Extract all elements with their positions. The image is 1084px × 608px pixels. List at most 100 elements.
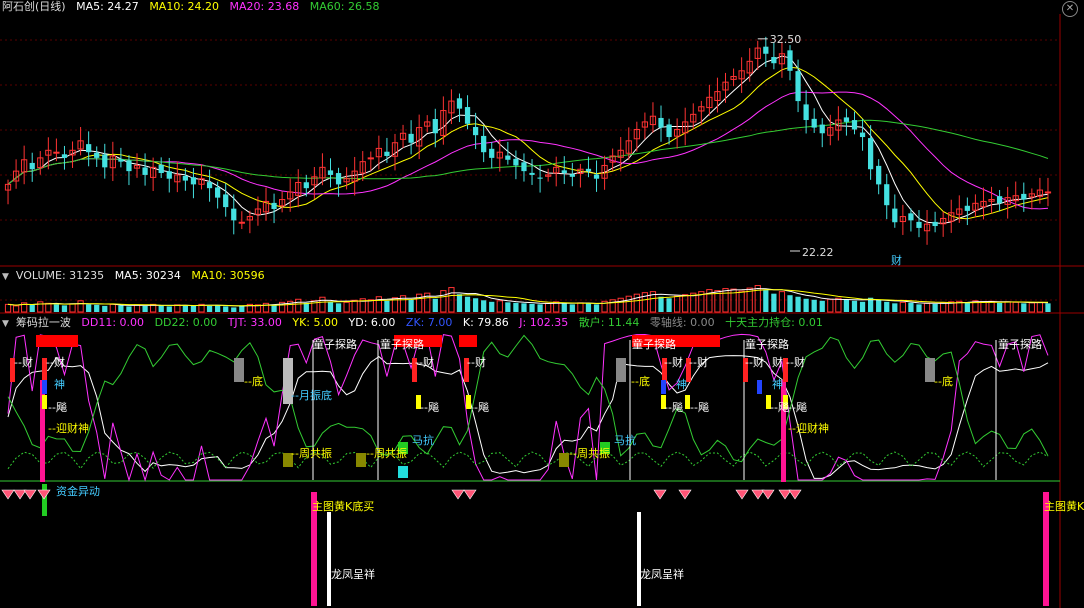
indicator-annotation: 马抗: [412, 433, 434, 447]
candle-body: [884, 184, 890, 206]
candle-body: [916, 221, 922, 228]
candle-body: [811, 118, 817, 128]
volume-bar: [29, 304, 35, 312]
indicator-annotation: 童子探路: [998, 337, 1042, 351]
volume-bar: [464, 296, 471, 312]
volume-bar: [496, 300, 503, 313]
candle-body: [569, 174, 575, 177]
volume-bars: [4, 285, 1051, 313]
candle-body: [529, 172, 535, 175]
volume-bar: [884, 301, 890, 312]
indicator-annotation: 资金异动: [56, 484, 100, 498]
candle-body: [367, 157, 374, 160]
volume-bar: [319, 296, 326, 313]
volume-bar: [916, 304, 922, 312]
candle-body: [771, 57, 777, 64]
volume-bar: [892, 303, 898, 312]
volume-bar: [53, 304, 60, 312]
volume-bar: [980, 301, 987, 313]
volume-bar: [432, 298, 438, 312]
moving-average-lines: [7, 55, 1049, 224]
di-marker: [616, 358, 626, 382]
candle-body: [86, 144, 92, 153]
diamond-icon: [778, 489, 792, 500]
volume-bar: [569, 304, 575, 312]
candle-body: [537, 177, 543, 179]
volume-bar: [271, 304, 277, 312]
indicator-annotation: --飚: [420, 400, 439, 414]
weekly-resonance-marker: [559, 453, 569, 467]
volume-bar: [1028, 302, 1035, 313]
diamond-icon: [23, 489, 37, 500]
volume-bar: [440, 290, 447, 313]
volume-bar: [61, 305, 68, 312]
indicator-annotation: --财: [14, 355, 33, 369]
indicator-annotation: --周共振: [366, 446, 407, 460]
main-holding-label: 十天主力持仓: 0.01: [725, 316, 823, 329]
diamond-icon: [788, 489, 802, 500]
collapse-triangle-icon[interactable]: ▼: [2, 270, 9, 284]
volume-bar: [102, 305, 108, 312]
shen-marker: [757, 380, 762, 394]
candle-body: [215, 187, 221, 198]
close-circle-icon[interactable]: ✕: [1062, 1, 1078, 17]
volume-bar: [190, 305, 197, 312]
indicator-annotation: --周共振: [569, 446, 610, 460]
candle-body: [859, 132, 866, 138]
candle-body: [561, 170, 567, 174]
volume-bar: [1021, 303, 1027, 312]
volume-bar: [1045, 303, 1051, 312]
candle-body: [851, 120, 858, 130]
volume-bar: [593, 304, 600, 312]
volume-bar: [827, 298, 834, 313]
candle-body: [432, 119, 438, 134]
volume-bar: [126, 306, 132, 312]
indicator-annotation: --飚: [48, 400, 67, 414]
candle-body: [182, 175, 189, 181]
candle-body: [61, 154, 68, 158]
volume-bar: [489, 301, 495, 312]
indicator-annotation: --周共振: [291, 446, 332, 460]
volume-bar: [367, 299, 374, 313]
dd11-label: DD11: 0.00: [81, 316, 145, 329]
yd-label: YD: 6.00: [348, 316, 396, 329]
indicator-annotation: --底: [631, 374, 650, 388]
volume-bar: [94, 304, 100, 312]
volume-bar: [215, 304, 221, 312]
volume-bar: [343, 301, 350, 313]
diamond-icon: [678, 489, 692, 500]
ma10-line: [7, 66, 1049, 220]
ma20-line: [7, 91, 1049, 210]
candle-body: [908, 213, 914, 221]
volume-bar: [303, 302, 309, 312]
collapse-triangle-icon[interactable]: ▼: [2, 317, 9, 331]
candle-body: [166, 171, 172, 179]
volume-bar: [899, 301, 906, 313]
weekly-resonance-marker: [356, 453, 366, 467]
volume-bar: [37, 301, 44, 313]
volume-bar: [811, 299, 817, 312]
volume-bar: [633, 293, 640, 313]
volume-bar: [174, 304, 181, 313]
indicator-lines: [7, 333, 1049, 482]
high-price-label: 32.50: [770, 33, 802, 46]
volume-bar: [223, 306, 229, 312]
diamond-icon: [463, 489, 477, 500]
volume-bar: [12, 305, 20, 313]
biao-marker: [42, 395, 47, 409]
candle-body: [803, 104, 809, 121]
candle-body: [126, 160, 132, 172]
indicator-annotation: --飚: [470, 400, 489, 414]
candle-body: [795, 71, 801, 102]
zk-label: ZK: 7.00: [405, 316, 453, 329]
volume-bar: [133, 304, 141, 313]
candle-body: [876, 165, 882, 185]
ma5-label: MA5: 24.27: [76, 0, 139, 13]
indicator-annotation: --财: [467, 355, 486, 369]
zero-axis-label: 零轴线: 0.00: [649, 316, 715, 329]
candle-body: [593, 174, 600, 179]
volume-bar: [625, 295, 632, 313]
volume-bar: [77, 300, 84, 313]
candle-body: [1021, 193, 1027, 200]
k-label: K: 79.86: [462, 316, 509, 329]
